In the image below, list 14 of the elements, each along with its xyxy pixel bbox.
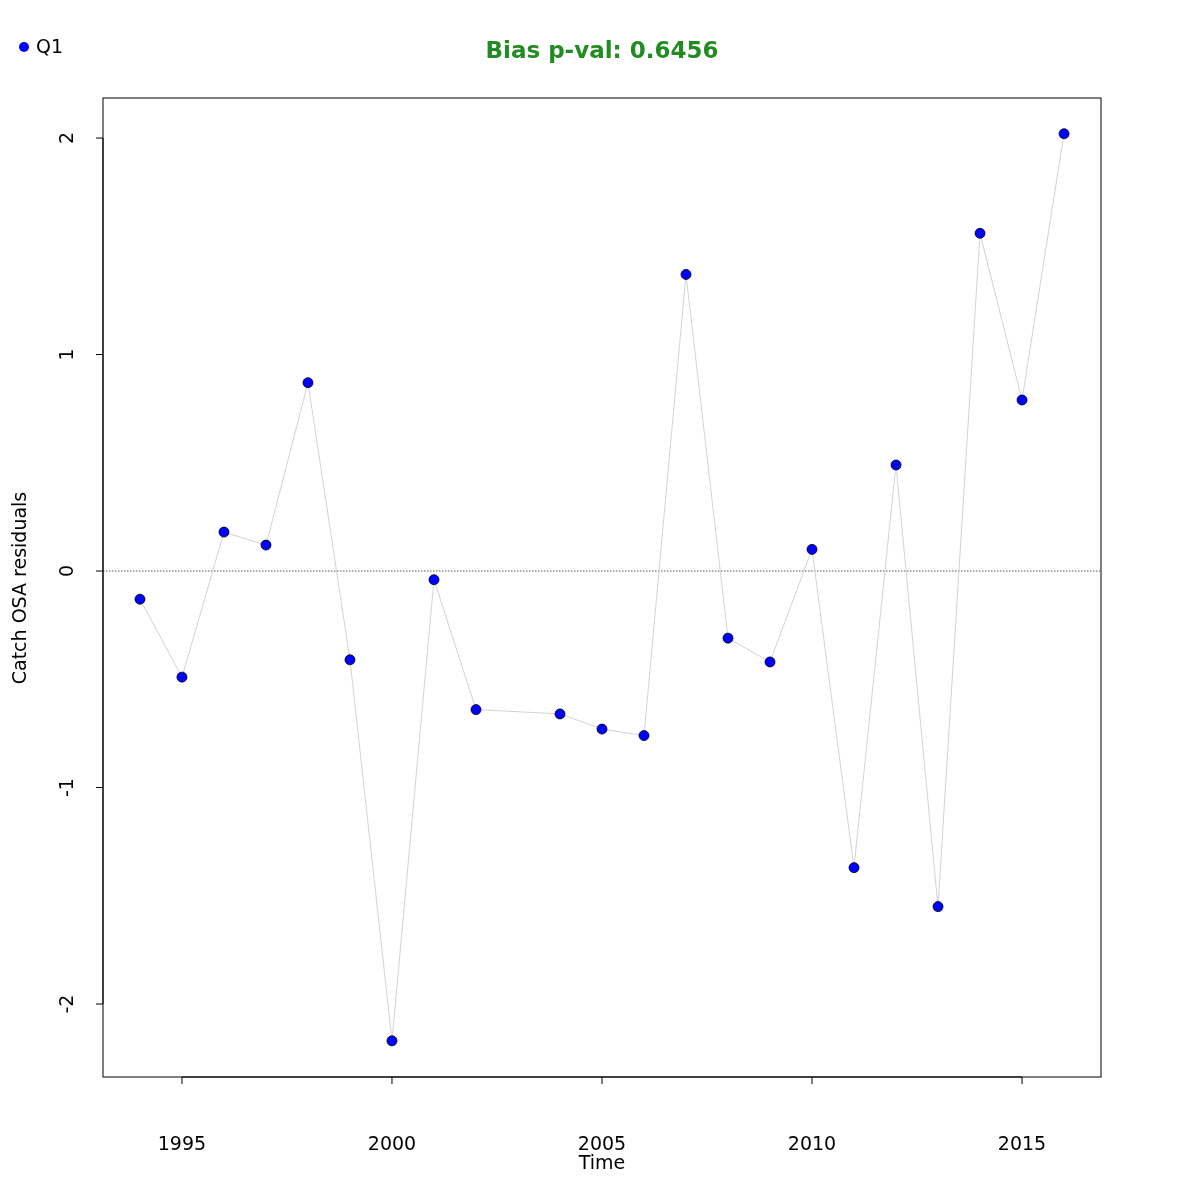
tick-label: 1 [55,348,77,361]
tick-label: 2000 [367,1132,417,1154]
tick-label: 2015 [997,1132,1047,1154]
tick-label: -2 [55,994,77,1014]
legend-label: Q1 [36,35,64,57]
tick-label: -1 [55,778,77,797]
tick-label: 2 [55,132,77,145]
chart-title: Bias p-val: 0.6456 [485,37,719,63]
axis-title: Catch OSA residuals [8,491,30,685]
tick-label: 0 [55,565,77,578]
tick-label: 1995 [157,1132,207,1154]
tick-label: 2010 [787,1132,837,1154]
axis-title: Time [578,1151,626,1173]
tick-label: 2005 [577,1132,627,1154]
